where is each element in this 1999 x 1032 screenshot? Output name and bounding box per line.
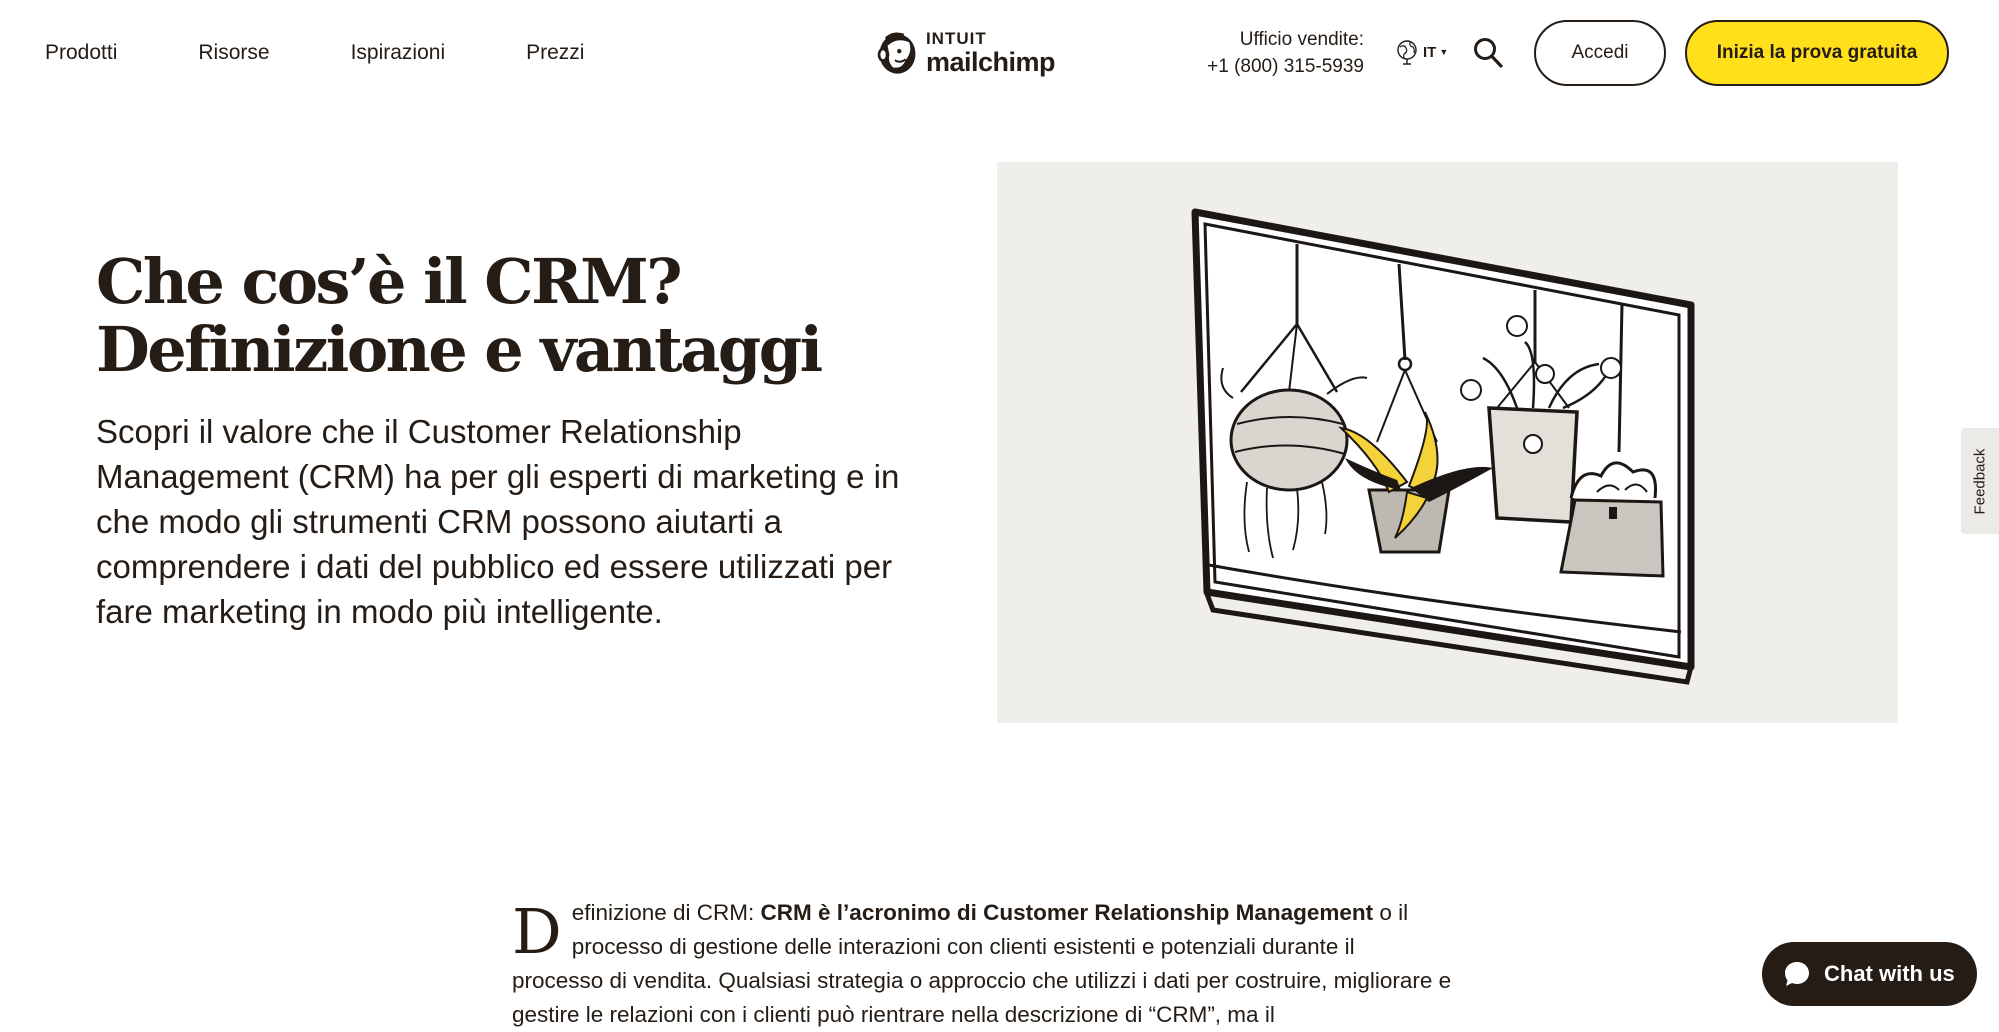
main-nav: Prodotti Risorse Ispirazioni Prezzi	[45, 38, 665, 68]
chat-label: Chat with us	[1824, 961, 1955, 986]
page-title: Che cos’è il CRM? Definizione e vantaggi	[96, 248, 916, 384]
hanging-plants-illustration	[1191, 208, 1695, 685]
chevron-down-icon: ▼	[1439, 47, 1449, 57]
login-button[interactable]: Accedi	[1534, 20, 1666, 86]
sales-phone[interactable]: +1 (800) 315-5939	[1207, 53, 1364, 80]
page-title-line-2: Definizione e vantaggi	[96, 313, 823, 386]
nav-item-risorse[interactable]: Risorse	[198, 38, 269, 68]
nav-item-prezzi[interactable]: Prezzi	[526, 38, 584, 68]
chat-button[interactable]: Chat with us	[1762, 942, 1977, 1006]
search-icon	[1474, 38, 1503, 68]
feedback-tab[interactable]: Feedback	[1961, 428, 1999, 534]
hero-subtitle: Scopri il valore che il Customer Relatio…	[96, 413, 900, 630]
article-paragraph: efinizione di CRM: CRM è l’acronimo di C…	[512, 896, 1452, 1032]
nav-item-prodotti[interactable]: Prodotti	[45, 38, 117, 68]
sales-contact: Ufficio vendite: +1 (800) 315-5939	[1207, 26, 1364, 80]
page-title-line-1: Che cos’è il CRM?	[96, 245, 683, 318]
hero-illustration	[997, 162, 1898, 723]
globe-icon	[1397, 40, 1417, 65]
logo-mailchimp-text: mailchimp	[925, 47, 1056, 77]
article-body: D efinizione di CRM: CRM è l’acronimo di…	[512, 896, 1452, 1032]
search-button[interactable]	[1473, 36, 1503, 68]
nav-item-ispirazioni[interactable]: Ispirazioni	[351, 38, 446, 68]
language-selector[interactable]: IT ▼	[1395, 38, 1448, 66]
site-header: Prodotti Risorse Ispirazioni Prezzi INTU…	[0, 0, 1999, 106]
article-bold-definition: CRM è l’acronimo di Customer Relationshi…	[760, 900, 1374, 925]
chat-bubble-icon	[1785, 962, 1809, 986]
sales-label: Ufficio vendite:	[1239, 29, 1364, 50]
free-trial-button[interactable]: Inizia la prova gratuita	[1685, 20, 1949, 86]
mailchimp-logo[interactable]: INTUIT mailchimp	[875, 26, 1056, 80]
freddie-monkey-icon	[877, 32, 916, 74]
feedback-label: Feedback	[1971, 448, 1989, 514]
logo-wordmark: INTUIT mailchimp	[925, 29, 1056, 77]
dropcap-letter: D	[512, 895, 562, 968]
language-code: IT	[1423, 43, 1437, 61]
logo-intuit-text: INTUIT	[925, 29, 987, 48]
article-lead: efinizione di CRM:	[571, 900, 761, 925]
